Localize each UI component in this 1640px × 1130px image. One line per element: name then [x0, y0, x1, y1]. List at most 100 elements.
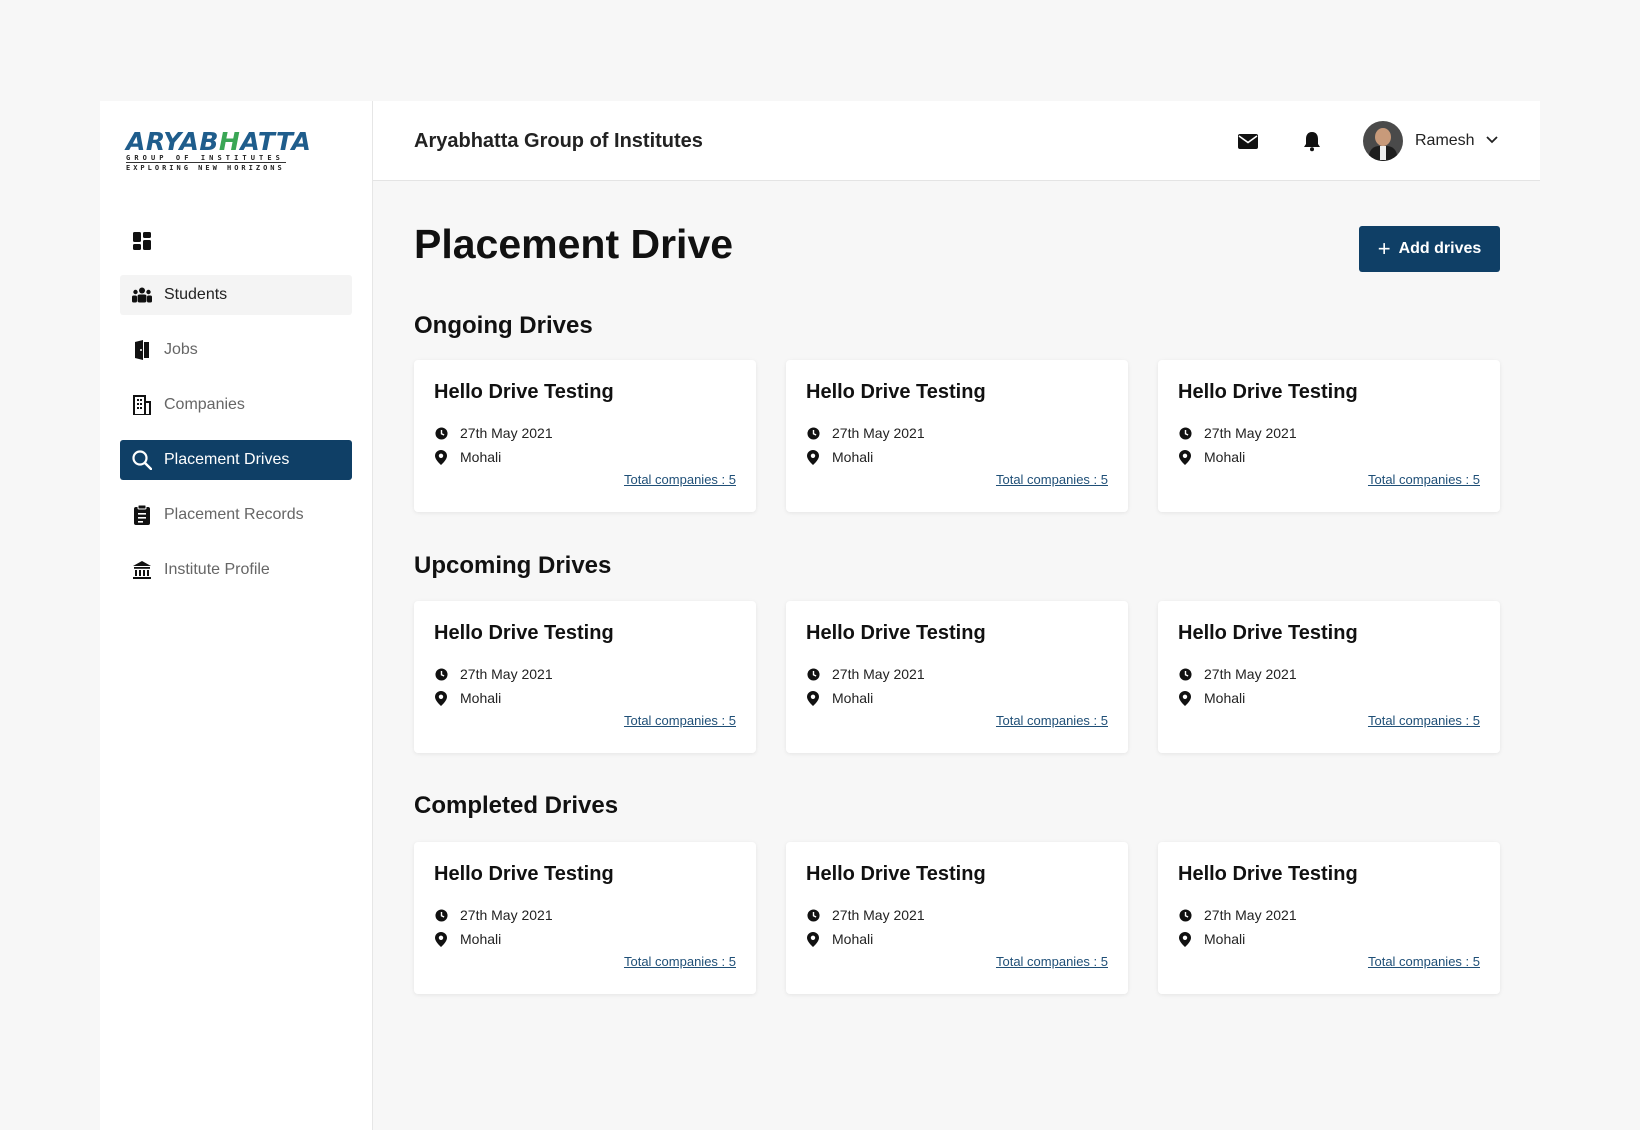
drive-location: Mohali [1204, 449, 1246, 465]
total-companies-link[interactable]: Total companies : 5 [996, 472, 1108, 487]
sidebar-item-companies[interactable]: Companies [120, 385, 352, 425]
drive-date-row: 27th May 2021 [1178, 425, 1297, 441]
drive-date-row: 27th May 2021 [806, 666, 925, 682]
drive-card[interactable]: Hello Drive Testing 27th May 2021 Mohali… [414, 601, 756, 753]
drive-date-row: 27th May 2021 [434, 666, 553, 682]
drive-location: Mohali [832, 931, 874, 947]
sidebar-nav: Students Jobs Companies Placement Drives [120, 275, 352, 605]
clock-icon [806, 426, 820, 440]
sidebar-item-label: Companies [164, 396, 245, 413]
total-companies-link[interactable]: Total companies : 5 [624, 472, 736, 487]
drive-location: Mohali [460, 449, 502, 465]
sidebar-item-label: Placement Drives [164, 451, 290, 468]
location-pin-icon [806, 690, 820, 706]
drive-card[interactable]: Hello Drive Testing 27th May 2021 Mohali… [786, 601, 1128, 753]
logo-divider [126, 162, 286, 163]
mail-icon[interactable] [1237, 130, 1259, 152]
page-title: Placement Drive [414, 221, 734, 267]
location-pin-icon [434, 449, 448, 465]
brand-logo[interactable]: ARYABHATTA GROUP OF INSTITUTES EXPLORING… [126, 125, 311, 177]
add-drives-button[interactable]: + Add drives [1359, 226, 1500, 272]
drive-title: Hello Drive Testing [1178, 381, 1358, 403]
drive-location: Mohali [460, 931, 502, 947]
drive-date: 27th May 2021 [460, 425, 553, 441]
clock-icon [1178, 426, 1192, 440]
user-menu[interactable]: Ramesh [1363, 120, 1499, 162]
drive-card[interactable]: Hello Drive Testing 27th May 2021 Mohali… [1158, 360, 1500, 512]
drive-location-row: Mohali [1178, 690, 1245, 706]
bell-icon[interactable] [1301, 130, 1323, 152]
total-companies-link[interactable]: Total companies : 5 [1368, 954, 1480, 969]
drive-title: Hello Drive Testing [434, 863, 614, 885]
drive-date-row: 27th May 2021 [806, 907, 925, 923]
drive-date-row: 27th May 2021 [806, 425, 925, 441]
clock-icon [806, 908, 820, 922]
drive-date-row: 27th May 2021 [1178, 666, 1297, 682]
sidebar-item-institute-profile[interactable]: Institute Profile [120, 550, 352, 590]
dashboard-icon[interactable] [132, 231, 152, 251]
drive-date: 27th May 2021 [460, 666, 553, 682]
location-pin-icon [434, 931, 448, 947]
sidebar-item-label: Institute Profile [164, 561, 270, 578]
drive-card[interactable]: Hello Drive Testing 27th May 2021 Mohali… [1158, 601, 1500, 753]
location-pin-icon [806, 449, 820, 465]
location-pin-icon [1178, 449, 1192, 465]
clock-icon [806, 667, 820, 681]
section-title: Upcoming Drives [414, 552, 612, 579]
total-companies-link[interactable]: Total companies : 5 [1368, 713, 1480, 728]
drive-title: Hello Drive Testing [434, 381, 614, 403]
institute-title: Aryabhatta Group of Institutes [414, 130, 703, 152]
drive-card[interactable]: Hello Drive Testing 27th May 2021 Mohali… [1158, 842, 1500, 994]
sidebar: ARYABHATTA GROUP OF INSTITUTES EXPLORING… [100, 101, 373, 1130]
drive-location-row: Mohali [1178, 449, 1245, 465]
drive-date: 27th May 2021 [832, 666, 925, 682]
chevron-down-icon [1485, 132, 1499, 150]
sidebar-item-placement-drives[interactable]: Placement Drives [120, 440, 352, 480]
drive-location: Mohali [832, 449, 874, 465]
drive-date: 27th May 2021 [1204, 666, 1297, 682]
sidebar-item-students[interactable]: Students [120, 275, 352, 315]
clipboard-icon [132, 505, 152, 525]
drive-location-row: Mohali [434, 690, 501, 706]
sidebar-item-jobs[interactable]: Jobs [120, 330, 352, 370]
clock-icon [1178, 667, 1192, 681]
total-companies-link[interactable]: Total companies : 5 [624, 954, 736, 969]
total-companies-link[interactable]: Total companies : 5 [996, 713, 1108, 728]
drive-date: 27th May 2021 [832, 425, 925, 441]
drive-location-row: Mohali [806, 690, 873, 706]
drive-date-row: 27th May 2021 [434, 425, 553, 441]
drive-location-row: Mohali [434, 931, 501, 947]
jobs-icon [132, 340, 152, 360]
drive-card[interactable]: Hello Drive Testing 27th May 2021 Mohali… [786, 842, 1128, 994]
companies-icon [132, 395, 152, 415]
drive-title: Hello Drive Testing [1178, 863, 1358, 885]
total-companies-link[interactable]: Total companies : 5 [624, 713, 736, 728]
top-header: Aryabhatta Group of Institutes Ramesh [373, 101, 1540, 181]
drive-location-row: Mohali [806, 449, 873, 465]
clock-icon [1178, 908, 1192, 922]
clock-icon [434, 667, 448, 681]
drive-card[interactable]: Hello Drive Testing 27th May 2021 Mohali… [414, 360, 756, 512]
location-pin-icon [1178, 690, 1192, 706]
sidebar-item-placement-records[interactable]: Placement Records [120, 495, 352, 535]
drive-date-row: 27th May 2021 [1178, 907, 1297, 923]
drive-title: Hello Drive Testing [806, 622, 986, 644]
drive-location-row: Mohali [434, 449, 501, 465]
drive-card-row: Hello Drive Testing 27th May 2021 Mohali… [414, 601, 1500, 753]
clock-icon [434, 426, 448, 440]
total-companies-link[interactable]: Total companies : 5 [1368, 472, 1480, 487]
section-title: Ongoing Drives [414, 312, 593, 339]
institution-icon [132, 560, 152, 580]
logo-subtitle: GROUP OF INSTITUTES [126, 154, 284, 162]
drive-location-row: Mohali [806, 931, 873, 947]
drive-location-row: Mohali [1178, 931, 1245, 947]
total-companies-link[interactable]: Total companies : 5 [996, 954, 1108, 969]
drive-card[interactable]: Hello Drive Testing 27th May 2021 Mohali… [414, 842, 756, 994]
sidebar-item-label: Jobs [164, 341, 198, 358]
drive-card[interactable]: Hello Drive Testing 27th May 2021 Mohali… [786, 360, 1128, 512]
drive-title: Hello Drive Testing [1178, 622, 1358, 644]
drive-card-row: Hello Drive Testing 27th May 2021 Mohali… [414, 842, 1500, 994]
students-icon [132, 285, 152, 305]
drive-location: Mohali [1204, 690, 1246, 706]
drive-date: 27th May 2021 [832, 907, 925, 923]
